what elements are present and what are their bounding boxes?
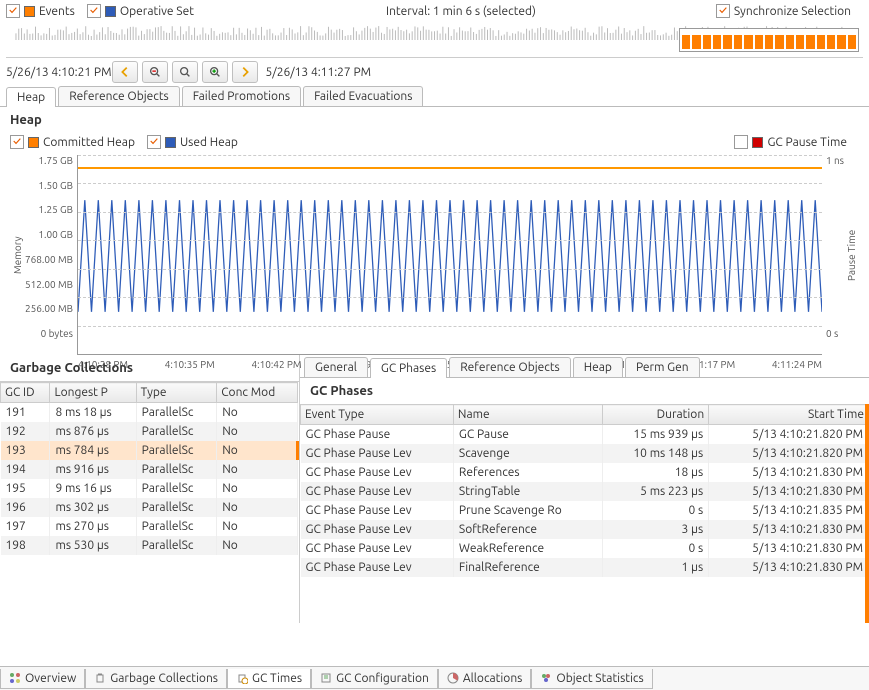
sync-selection-checkbox[interactable]: Synchronize Selection xyxy=(716,4,851,18)
events-checkbox[interactable]: Events xyxy=(6,4,75,18)
zoom-reset-button[interactable] xyxy=(172,61,198,83)
table-row[interactable]: GC Phase PauseGC Pause15 ms 939 µs5/13 4… xyxy=(301,425,869,445)
committed-label: Committed Heap xyxy=(43,136,135,149)
used-heap-checkbox[interactable]: Used Heap xyxy=(147,135,238,149)
gc-pause-time-checkbox[interactable]: GC Pause Time xyxy=(734,135,847,149)
committed-swatch xyxy=(28,137,39,148)
checkbox-icon xyxy=(734,135,748,149)
tab-perm-gen[interactable]: Perm Gen xyxy=(625,357,700,377)
btab-allocations[interactable]: Allocations xyxy=(438,669,532,689)
timeline-selection[interactable] xyxy=(679,28,859,52)
table-row[interactable]: 192ms 876 µsParallelScNo xyxy=(1,422,298,441)
col-name[interactable]: Name xyxy=(453,405,602,425)
table-row[interactable]: 194ms 916 µsParallelScNo xyxy=(1,460,298,479)
used-heap-line xyxy=(78,155,822,338)
bottom-tabstrip: Overview Garbage Collections GC Times GC… xyxy=(0,666,869,690)
table-row[interactable]: GC Phase Pause LevSoftReference3 µs5/13 … xyxy=(301,520,869,539)
tab-gc-phases[interactable]: GC Phases xyxy=(370,358,447,378)
btab-overview[interactable]: Overview xyxy=(0,669,85,689)
col-start-time[interactable]: Start Time xyxy=(709,405,869,425)
table-row[interactable]: 193ms 784 µsParallelScNo xyxy=(1,441,298,460)
table-row[interactable]: 197ms 270 µsParallelScNo xyxy=(1,517,298,536)
col-conc[interactable]: Conc Mod xyxy=(217,383,298,403)
interval-text: Interval: 1 min 6 s (selected) xyxy=(206,5,716,18)
col-event-type[interactable]: Event Type xyxy=(301,405,454,425)
operative-label: Operative Set xyxy=(120,5,194,18)
phase-tabstrip: General GC Phases Reference Objects Heap… xyxy=(300,355,869,378)
tab-failed-evacuations[interactable]: Failed Evacuations xyxy=(303,86,423,106)
btab-gc-configuration[interactable]: GC Configuration xyxy=(311,669,438,689)
col-gc-id[interactable]: GC ID xyxy=(1,383,50,403)
used-swatch xyxy=(165,137,176,148)
checkbox-icon xyxy=(6,4,20,18)
table-row[interactable]: GC Phase Pause LevPrune Scavenge Ro0 s5/… xyxy=(301,501,869,520)
phase-table[interactable]: Event Type Name Duration Start Time GC P… xyxy=(300,404,869,623)
events-label: Events xyxy=(39,5,75,18)
operative-swatch xyxy=(105,6,116,17)
col-duration[interactable]: Duration xyxy=(603,405,709,425)
nav-forward-button[interactable] xyxy=(232,61,258,83)
btab-object-statistics[interactable]: Object Statistics xyxy=(531,669,652,689)
checkbox-icon xyxy=(87,4,101,18)
y-axis-label: Memory xyxy=(10,155,25,355)
main-tabstrip: Heap Reference Objects Failed Promotions… xyxy=(0,86,869,107)
pause-label: GC Pause Time xyxy=(767,136,847,149)
committed-heap-line xyxy=(78,167,822,169)
checkbox-icon xyxy=(10,135,24,149)
nav-back-button[interactable] xyxy=(112,61,138,83)
table-row[interactable]: 1959 ms 16 µsParallelScNo xyxy=(1,479,298,498)
tab-heap[interactable]: Heap xyxy=(6,87,56,107)
pause-swatch xyxy=(752,137,763,148)
y2-axis-label: Pause Time xyxy=(844,155,859,355)
table-row[interactable]: GC Phase Pause LevReferences18 µs5/13 4:… xyxy=(301,463,869,482)
y-axis-ticks: 1.75 GB1.50 GB1.25 GB1.00 GB768.00 MB512… xyxy=(25,155,77,355)
zoom-out-button[interactable] xyxy=(142,61,168,83)
heap-title: Heap xyxy=(0,107,869,133)
scroll-indicator xyxy=(865,404,869,623)
y2-axis-ticks: 1 ns0 s xyxy=(822,155,844,355)
table-row[interactable]: 1918 ms 18 µsParallelScNo xyxy=(1,403,298,423)
tab-general[interactable]: General xyxy=(304,357,368,377)
table-row[interactable]: 196ms 302 µsParallelScNo xyxy=(1,498,298,517)
timeline-overview[interactable] xyxy=(6,22,863,58)
operative-set-checkbox[interactable]: Operative Set xyxy=(87,4,194,18)
used-label: Used Heap xyxy=(180,136,238,149)
plot-area: 4:10:28 PM4:10:35 PM4:10:42 PM4:10:49 PM… xyxy=(77,155,822,355)
table-row[interactable]: GC Phase Pause LevScavenge10 ms 148 µs5/… xyxy=(301,444,869,463)
tab-ref-objects[interactable]: Reference Objects xyxy=(449,357,571,377)
col-longest[interactable]: Longest P xyxy=(50,383,136,403)
tab-reference-objects[interactable]: Reference Objects xyxy=(58,86,180,106)
table-row[interactable]: GC Phase Pause LevStringTable5 ms 223 µs… xyxy=(301,482,869,501)
table-row[interactable]: 198ms 530 µsParallelScNo xyxy=(1,536,298,555)
tab-heap-sub[interactable]: Heap xyxy=(573,357,623,377)
timestamp-right: 5/26/13 4:11:27 PM xyxy=(258,66,863,79)
committed-heap-checkbox[interactable]: Committed Heap xyxy=(10,135,135,149)
btab-gc-times[interactable]: GC Times xyxy=(227,669,311,689)
timestamp-left: 5/26/13 4:10:21 PM xyxy=(6,66,112,79)
checkbox-icon xyxy=(716,4,730,18)
heap-chart[interactable]: Memory 1.75 GB1.50 GB1.25 GB1.00 GB768.0… xyxy=(10,155,859,355)
checkbox-icon xyxy=(147,135,161,149)
phases-title: GC Phases xyxy=(300,378,869,404)
table-row[interactable]: GC Phase Pause LevWeakReference0 s5/13 4… xyxy=(301,539,869,558)
events-swatch xyxy=(24,6,35,17)
table-row[interactable]: GC Phase Pause LevFinalReference1 µs5/13… xyxy=(301,558,869,577)
gc-table[interactable]: GC ID Longest P Type Conc Mod 1918 ms 18… xyxy=(0,382,299,623)
col-type[interactable]: Type xyxy=(136,383,217,403)
zoom-in-button[interactable] xyxy=(202,61,228,83)
btab-garbage-collections[interactable]: Garbage Collections xyxy=(85,669,227,689)
tab-failed-promotions[interactable]: Failed Promotions xyxy=(182,86,301,106)
sync-label: Synchronize Selection xyxy=(734,5,851,18)
